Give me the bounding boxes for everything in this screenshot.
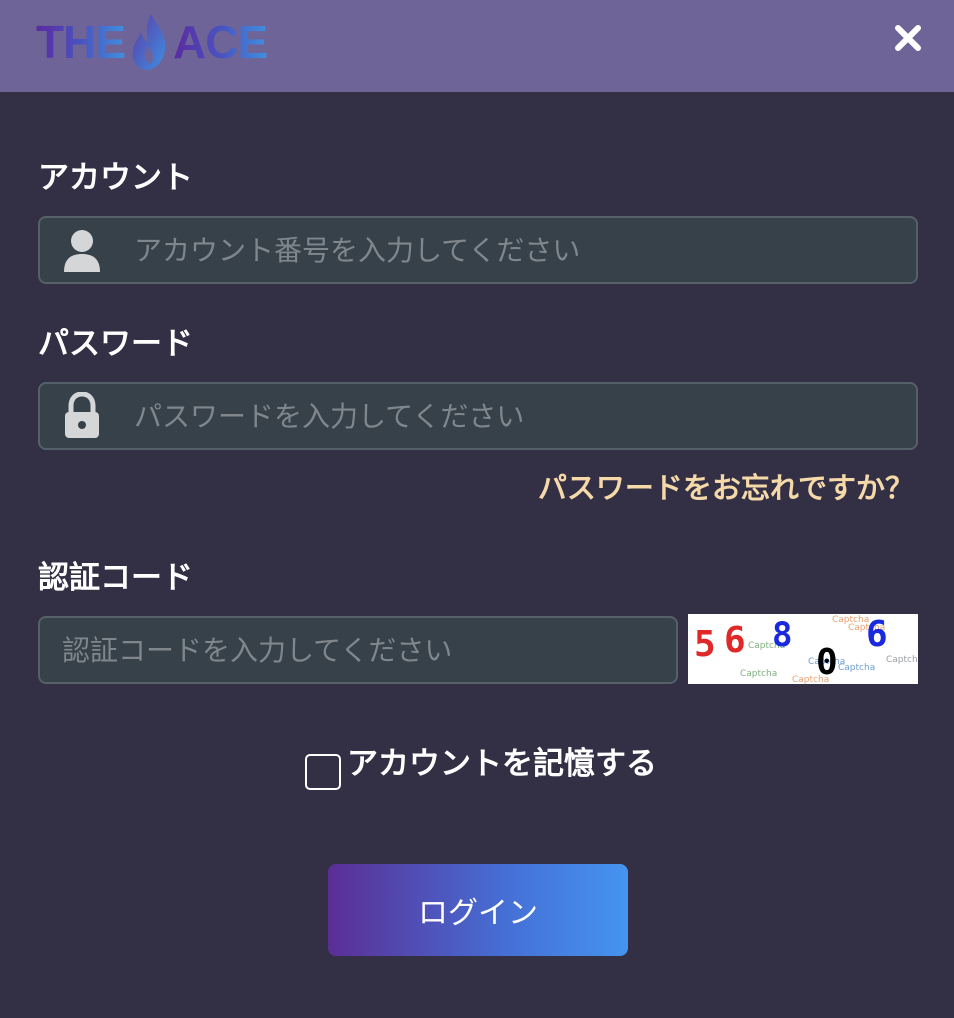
captcha-digit-5: 6: [866, 614, 888, 655]
logo: THE ACE: [36, 14, 268, 70]
remember-checkbox[interactable]: [305, 754, 341, 790]
logo-text-right: ACE: [173, 16, 268, 68]
account-label: アカウント: [38, 160, 193, 196]
password-field: [38, 382, 918, 450]
flame-logo-icon: [132, 14, 166, 70]
verification-label: 認証コード: [38, 560, 193, 596]
user-icon: [64, 230, 100, 272]
password-label: パスワード: [38, 326, 193, 362]
captcha-digit-2: 6: [724, 620, 746, 661]
verification-input[interactable]: [60, 618, 662, 682]
remember-label[interactable]: アカウントを記憶する: [347, 742, 657, 786]
login-button[interactable]: ログイン: [328, 864, 628, 956]
account-input[interactable]: [132, 218, 902, 282]
captcha-noise-text: Captcha: [740, 669, 777, 679]
logo-text-left: THE: [36, 16, 126, 68]
captcha-digit-4: 0: [816, 642, 838, 683]
remember-account: アカウントを記憶する: [305, 742, 657, 790]
modal-header: THE ACE: [0, 0, 954, 92]
lock-icon: [65, 392, 99, 438]
forgot-password-link[interactable]: パスワードをお忘れですか？: [538, 466, 914, 510]
verification-field: [38, 616, 678, 684]
captcha-digit-1: 5: [694, 624, 716, 665]
captcha-image[interactable]: Captcha Captcha Captcha Captcha Captcha …: [688, 614, 918, 684]
captcha-noise-text: Captcha: [838, 663, 875, 673]
captcha-digit-3: 8: [772, 615, 792, 655]
account-field: [38, 216, 918, 284]
captcha-noise-text: Captcha: [886, 655, 918, 665]
close-icon[interactable]: [888, 18, 928, 58]
password-input[interactable]: [132, 384, 902, 448]
